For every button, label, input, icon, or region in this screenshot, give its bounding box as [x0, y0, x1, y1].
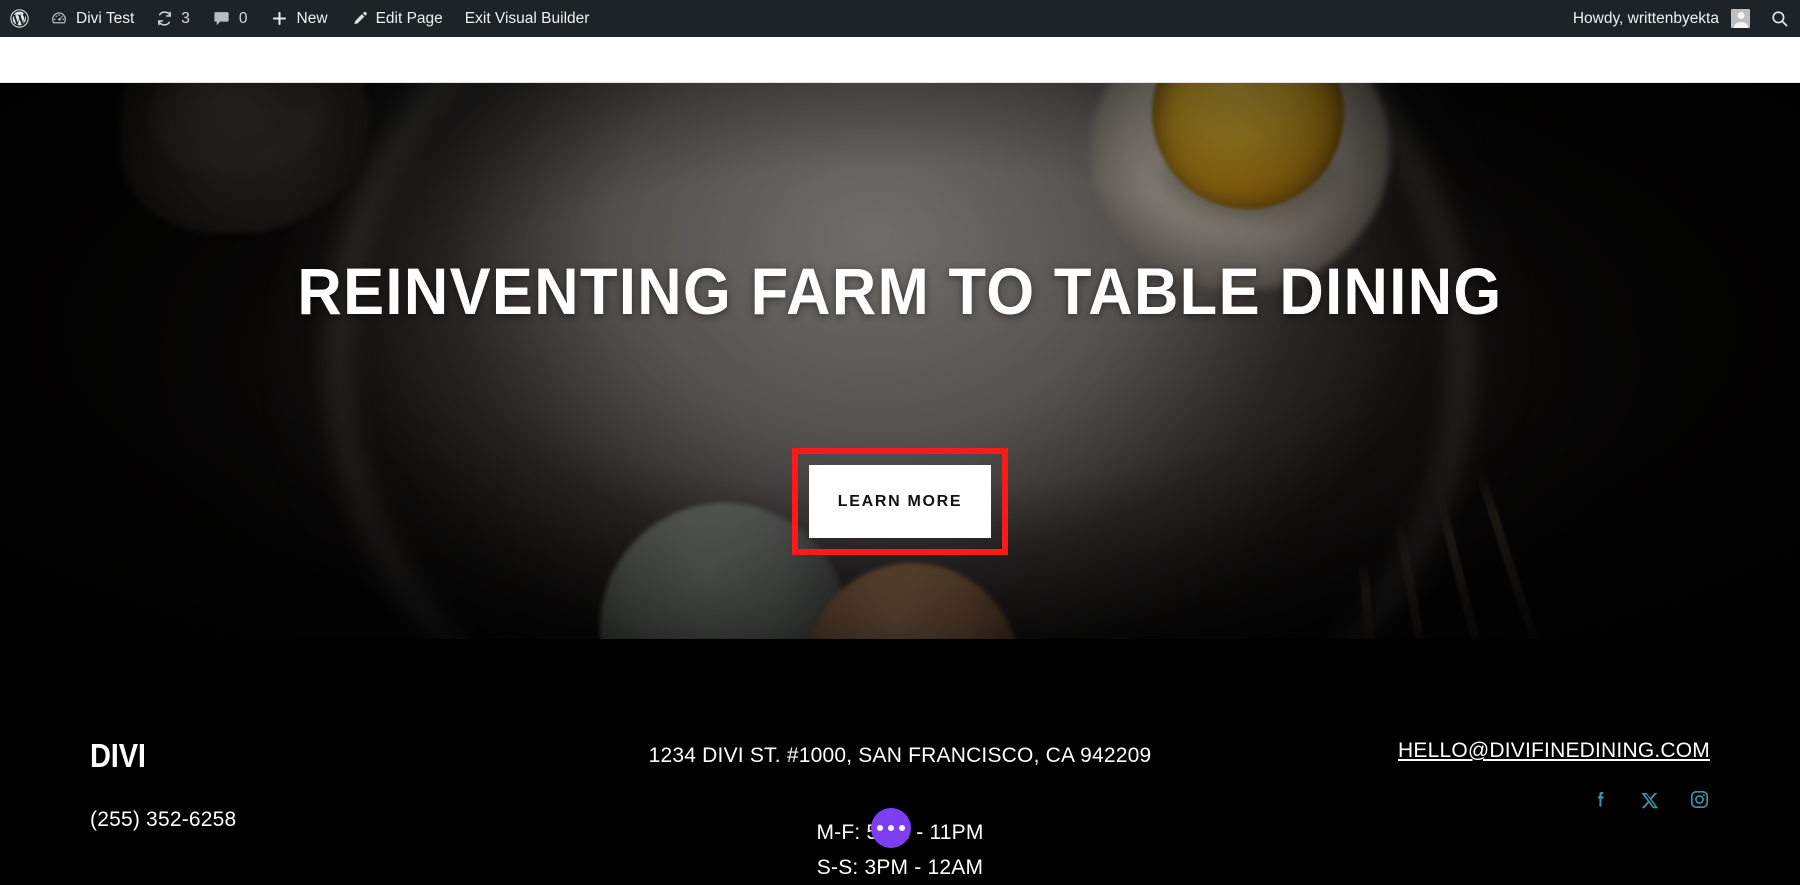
wordpress-icon [9, 8, 30, 29]
revisions-menu-item[interactable]: 3 [145, 0, 201, 37]
page-header-bar [0, 37, 1800, 83]
hero-cta-wrapper: LEARN MORE [792, 448, 1008, 555]
admin-bar-right-group: Howdy, writtenbyekta [1564, 0, 1800, 37]
footer-logo: DIVI [90, 737, 146, 774]
site-footer: DIVI (255) 352-6258 1234 DIVI ST. #1000,… [0, 639, 1800, 885]
avatar [1731, 9, 1750, 28]
footer-column-left: DIVI (255) 352-6258 [0, 639, 600, 885]
site-name-menu-item[interactable]: Divi Test [39, 0, 145, 37]
exit-visual-builder-label: Exit Visual Builder [464, 9, 590, 27]
comment-icon [212, 9, 231, 28]
my-account-menu-item[interactable]: Howdy, writtenbyekta [1564, 0, 1759, 37]
footer-address: 1234 DIVI ST. #1000, SAN FRANCISCO, CA 9… [648, 744, 1152, 767]
facebook-icon[interactable] [1590, 789, 1611, 810]
x-twitter-icon[interactable] [1640, 790, 1660, 810]
footer-phone[interactable]: (255) 352-6258 [90, 808, 600, 832]
revisions-count: 3 [181, 9, 190, 27]
admin-bar-left-group: Divi Test 3 0 New Edit Page Exit Visual … [0, 0, 600, 37]
greeting-label: Howdy, writtenbyekta [1572, 9, 1719, 27]
comments-menu-item[interactable]: 0 [201, 0, 259, 37]
edit-page-label: Edit Page [375, 9, 443, 27]
dashboard-icon [50, 10, 68, 28]
edit-page-menu-item[interactable]: Edit Page [339, 0, 454, 37]
dot [877, 825, 883, 831]
admin-bar-search-button[interactable] [1759, 0, 1800, 37]
wp-admin-bar: Divi Test 3 0 New Edit Page Exit Visual … [0, 0, 1800, 37]
footer-column-right: HELLO@DIVIFINEDINING.COM [1200, 639, 1800, 885]
hero-section: REINVENTING FARM TO TABLE DINING LEARN M… [0, 83, 1800, 639]
pencil-icon [350, 10, 368, 28]
site-name-label: Divi Test [76, 9, 135, 27]
dot [899, 825, 905, 831]
hero-heading: REINVENTING FARM TO TABLE DINING [297, 254, 1503, 328]
new-content-menu-item[interactable]: New [259, 0, 339, 37]
revisions-icon [156, 10, 173, 27]
divi-floating-menu-button[interactable] [871, 808, 911, 848]
wp-logo-menu-item[interactable] [0, 0, 39, 37]
dot [888, 825, 894, 831]
hero-content: REINVENTING FARM TO TABLE DINING [0, 83, 1800, 639]
search-icon [1770, 9, 1789, 28]
exit-visual-builder-menu-item[interactable]: Exit Visual Builder [454, 0, 601, 37]
instagram-icon[interactable] [1689, 789, 1710, 810]
comments-count: 0 [238, 9, 248, 27]
learn-more-button[interactable]: LEARN MORE [809, 465, 991, 538]
footer-column-center: 1234 DIVI ST. #1000, SAN FRANCISCO, CA 9… [600, 639, 1200, 885]
new-content-label: New [296, 9, 328, 27]
plus-icon [270, 9, 289, 28]
footer-grid: DIVI (255) 352-6258 1234 DIVI ST. #1000,… [0, 639, 1800, 885]
footer-hours-weekend: S-S: 3PM - 12AM [816, 855, 984, 879]
footer-social-links [1200, 789, 1710, 810]
footer-email-link[interactable]: HELLO@DIVIFINEDINING.COM [1398, 739, 1710, 762]
